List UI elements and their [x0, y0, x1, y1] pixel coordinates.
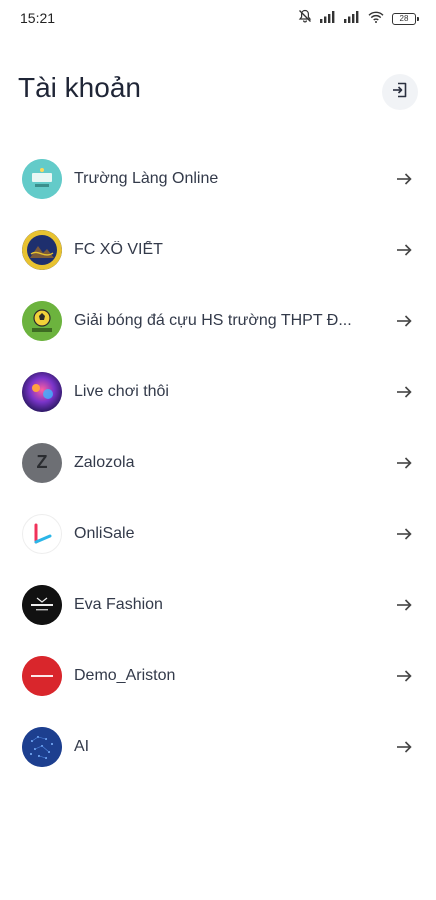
avatar-letter: Z: [36, 452, 48, 472]
arrow-right-icon: [394, 524, 414, 544]
status-icons: 28: [298, 9, 419, 28]
account-item[interactable]: Trường Làng Online: [0, 143, 436, 214]
logout-icon: [391, 81, 409, 104]
account-item[interactable]: AI: [0, 711, 436, 782]
battery-icon: 28: [392, 12, 419, 25]
account-item[interactable]: Z Zalozola: [0, 427, 436, 498]
signal-icon: [344, 10, 360, 28]
arrow-right-icon: [394, 240, 414, 260]
account-name: Giải bóng đá cựu HS trường THPT Đ...: [74, 311, 352, 329]
signal-icon: [320, 10, 336, 28]
school-logo: [22, 158, 62, 199]
football-club-crest: [22, 229, 62, 270]
account-name: Zalozola: [74, 453, 135, 471]
wifi-icon: [368, 10, 384, 28]
account-name: FC XÔ VIẾT: [74, 240, 163, 258]
account-name: Eva Fashion: [74, 595, 163, 613]
account-item[interactable]: Live chơi thôi: [0, 356, 436, 427]
account-item[interactable]: FC XÔ VIẾT: [0, 214, 436, 285]
account-item[interactable]: Giải bóng đá cựu HS trường THPT Đ...: [0, 285, 436, 356]
logout-button[interactable]: [382, 74, 418, 110]
arrow-right-icon: [394, 169, 414, 189]
account-name: Trường Làng Online: [74, 169, 219, 187]
account-name: Demo_Ariston: [74, 666, 176, 684]
arrow-right-icon: [394, 311, 414, 331]
account-list: Trường Làng Online FC XÔ VIẾT Giải bóng …: [0, 143, 436, 782]
account-name: Live chơi thôi: [74, 382, 169, 400]
game-avatar: [22, 371, 62, 412]
status-bar: 15:21 28: [0, 0, 436, 36]
account-item[interactable]: Demo_Ariston: [0, 640, 436, 711]
account-name: OnliSale: [74, 524, 135, 542]
account-name: AI: [74, 737, 90, 755]
arrow-right-icon: [394, 737, 414, 757]
onlisale-logo: [22, 513, 62, 554]
mute-icon: [298, 9, 312, 28]
status-time: 15:21: [20, 10, 56, 26]
arrow-right-icon: [394, 666, 414, 686]
ariston-logo: [22, 655, 62, 696]
football-tournament-logo: [22, 300, 62, 341]
account-item[interactable]: Eva Fashion: [0, 569, 436, 640]
ai-avatar: [22, 726, 62, 767]
arrow-right-icon: [394, 595, 414, 615]
fashion-store-logo: [22, 584, 62, 625]
letter-avatar: Z: [22, 442, 62, 483]
arrow-right-icon: [394, 382, 414, 402]
page-title: Tài khoản: [18, 72, 141, 103]
arrow-right-icon: [394, 453, 414, 473]
account-item[interactable]: OnliSale: [0, 498, 436, 569]
